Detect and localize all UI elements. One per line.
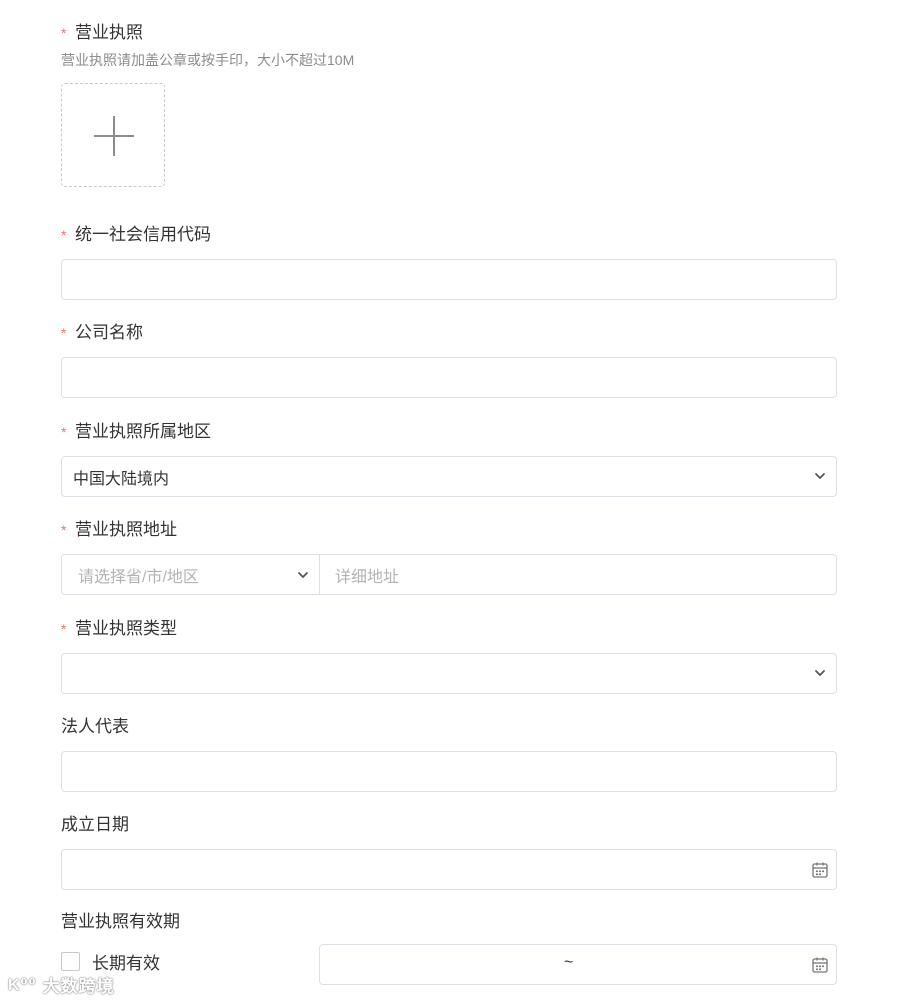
watermark: K⁰⁰ 大数跨境 [8,972,115,997]
credit-code-field: * 统一社会信用代码 [61,224,837,300]
license-address-label: * 营业执照地址 [61,520,177,539]
long-term-checkbox[interactable] [61,952,80,971]
required-mark: * [61,25,67,41]
license-region-select[interactable]: 中国大陆境内 [61,456,837,497]
established-date-picker[interactable] [61,849,837,890]
legal-rep-label: 法人代表 [61,717,129,736]
province-placeholder: 请选择省/市/地区 [78,568,199,586]
required-mark: * [61,227,67,243]
license-region-label: * 营业执照所属地区 [61,422,211,441]
detail-address-placeholder: 详细地址 [335,568,400,586]
credit-code-input[interactable] [61,259,837,300]
province-select[interactable]: 请选择省/市/地区 [61,554,320,595]
company-name-input[interactable] [61,357,837,398]
required-mark: * [61,424,67,440]
license-region-field: * 营业执照所属地区 中国大陆境内 [61,421,837,497]
license-validity-controls: 长期有效 ~ [61,944,837,986]
range-separator: ~ [564,954,574,971]
license-validity-field: 营业执照有效期 [61,911,837,933]
company-name-field: * 公司名称 [61,322,837,398]
license-type-field: * 营业执照类型 [61,618,837,694]
long-term-label: 长期有效 [92,954,160,973]
legal-rep-field: 法人代表 [61,716,837,792]
chevron-down-icon [815,670,825,676]
license-address-inputs: 请选择省/市/地区 详细地址 [61,554,837,595]
license-validity-label: 营业执照有效期 [61,912,180,931]
legal-rep-input[interactable] [61,751,837,792]
required-mark: * [61,325,67,341]
established-date-label: 成立日期 [61,815,129,834]
chevron-down-icon [298,572,308,578]
validity-date-range-picker[interactable]: ~ [319,944,837,985]
detail-address-input[interactable]: 详细地址 [320,554,837,595]
business-license-section: * 营业执照 营业执照请加盖公章或按手印，大小不超过10M [61,22,837,187]
credit-code-label: * 统一社会信用代码 [61,225,211,244]
watermark-logo: K⁰⁰ [8,976,37,994]
calendar-icon [812,862,828,878]
license-type-label: * 营业执照类型 [61,619,177,638]
license-upload-button[interactable] [61,83,165,187]
license-region-value: 中国大陆境内 [73,470,170,488]
watermark-text: 大数跨境 [42,977,115,996]
calendar-icon [812,957,828,973]
required-mark: * [61,621,67,637]
business-license-label: * 营业执照 [61,23,143,42]
license-type-select[interactable] [61,653,837,694]
established-date-field: 成立日期 [61,814,837,890]
business-license-hint: 营业执照请加盖公章或按手印，大小不超过10M [61,52,355,68]
long-term-option[interactable]: 长期有效 [61,949,160,974]
license-address-field: * 营业执照地址 请选择省/市/地区 详细地址 [61,519,837,595]
company-name-label: * 公司名称 [61,323,143,342]
required-mark: * [61,522,67,538]
chevron-down-icon [815,473,825,479]
